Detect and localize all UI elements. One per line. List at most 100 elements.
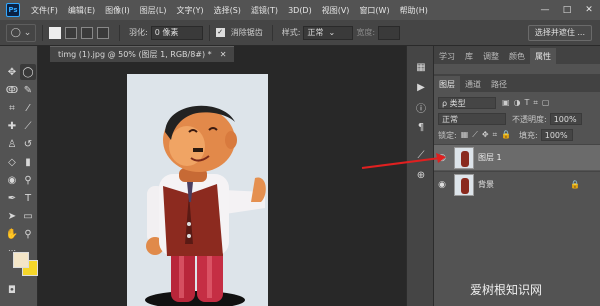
menu-type[interactable]: 文字(Y)	[171, 5, 208, 16]
lasso-tool-icon[interactable]: ↂ	[4, 82, 20, 98]
tab-libraries[interactable]: 库	[460, 48, 478, 64]
layer-row-background[interactable]: ◉ 背景 🔒	[434, 171, 600, 197]
new-selection-button[interactable]	[49, 26, 61, 39]
menu-view[interactable]: 视图(V)	[317, 5, 355, 16]
opacity-input[interactable]: 100%	[549, 113, 582, 125]
tool-preset-picker[interactable]: ◯ ⌄	[6, 23, 36, 42]
quick-select-tool-icon[interactable]: ✎	[20, 82, 36, 98]
eye-icon[interactable]: ◉	[434, 180, 450, 190]
menu-file[interactable]: 文件(F)	[26, 5, 63, 16]
menu-select[interactable]: 选择(S)	[209, 5, 246, 16]
right-panels: 学习 库 调整 颜色 属性 图层 通道 路径 ρ 类型 ▣◑T⌗▢ 正常 不透明…	[434, 46, 600, 306]
divider	[42, 24, 43, 41]
menu-bar: Ps 文件(F) 编辑(E) 图像(I) 图层(L) 文字(Y) 选择(S) 滤…	[0, 0, 600, 20]
image-canvas[interactable]	[127, 74, 268, 306]
filter-icons[interactable]: ▣◑T⌗▢	[502, 98, 554, 108]
quick-mask-icon[interactable]: ◘	[4, 282, 20, 298]
hand-tool-icon[interactable]: ✋	[4, 226, 20, 242]
tab-channels[interactable]: 通道	[460, 76, 486, 92]
fill-label: 填充:	[519, 130, 538, 140]
zoom-tool-icon[interactable]: ⚲	[20, 226, 36, 242]
feather-input[interactable]: 0 像素	[150, 25, 203, 40]
ellipse-marquee-icon: ◯	[10, 27, 21, 38]
crop-tool-icon[interactable]: ⌗	[4, 100, 20, 116]
history-panel-icon[interactable]: ▦	[414, 60, 428, 74]
divider	[208, 24, 210, 41]
fill-input[interactable]: 100%	[540, 129, 573, 141]
tab-learn[interactable]: 学习	[434, 48, 460, 64]
paragraph-panel-icon[interactable]: ¶	[414, 120, 428, 134]
menu-help[interactable]: 帮助(H)	[395, 5, 433, 16]
eraser-tool-icon[interactable]: ◇	[4, 154, 20, 170]
layer-filter-select[interactable]: ρ 类型	[438, 97, 496, 109]
document-tab[interactable]: timg (1).jpg @ 50% (图层 1, RGB/8#) * ✕	[50, 46, 235, 62]
document-title: timg (1).jpg @ 50% (图层 1, RGB/8#) *	[58, 50, 212, 59]
watermark: 爱树根知识网	[470, 283, 543, 297]
menu-window[interactable]: 窗口(W)	[354, 5, 394, 16]
panel-spacer	[434, 64, 600, 73]
add-selection-button[interactable]	[65, 26, 77, 39]
pen-tool-icon[interactable]: ✒	[4, 190, 20, 206]
menu-image[interactable]: 图像(I)	[100, 5, 135, 16]
type-tool-icon[interactable]: T	[20, 190, 36, 206]
rectangle-tool-icon[interactable]: ▭	[20, 208, 36, 224]
lock-row: 锁定: ▦⟋✥⌗🔒 填充: 100%	[434, 127, 600, 143]
layer-filter-row: ρ 类型 ▣◑T⌗▢	[434, 95, 600, 111]
subtract-selection-button[interactable]	[81, 26, 93, 39]
blur-tool-icon[interactable]: ◉	[4, 172, 20, 188]
info-panel-icon[interactable]: ⓘ	[414, 100, 428, 115]
minimize-button[interactable]: —	[534, 5, 556, 15]
swatches-panel-icon[interactable]: ⊕	[414, 168, 428, 182]
menu-filter[interactable]: 滤镜(T)	[246, 5, 283, 16]
lock-label: 锁定:	[438, 130, 457, 140]
dodge-tool-icon[interactable]: ⚲	[20, 172, 36, 188]
tools-panel: ✥ ◯ ↂ ✎ ⌗ ⁄ ✚ ⟋ ♙ ↺ ◇ ▮ ◉ ⚲ ✒ T ➤ ▭ ✋ ⚲ …	[0, 46, 38, 306]
brush-tool-icon[interactable]: ⟋	[20, 118, 36, 134]
photoshop-logo[interactable]: Ps	[6, 3, 20, 17]
eyedropper-tool-icon[interactable]: ⁄	[20, 100, 36, 116]
close-tab-icon[interactable]: ✕	[220, 50, 227, 59]
blend-mode-select[interactable]: 正常	[438, 113, 506, 125]
antialias-label: 消除锯齿	[230, 28, 263, 37]
menu-layer[interactable]: 图层(L)	[135, 5, 172, 16]
menu-edit[interactable]: 编辑(E)	[63, 5, 100, 16]
width-input[interactable]	[378, 25, 401, 40]
move-tool-icon[interactable]: ✥	[4, 64, 20, 80]
select-and-mask-button[interactable]: 选择并遮住 ...	[527, 24, 592, 41]
clone-stamp-tool-icon[interactable]: ♙	[4, 136, 20, 152]
lock-icons[interactable]: ▦⟋✥⌗🔒	[461, 130, 515, 140]
layer-name: 图层 1	[478, 153, 502, 162]
style-select[interactable]: 正常 ⌄	[303, 25, 354, 40]
maximize-button[interactable]: □	[556, 5, 578, 15]
eye-icon[interactable]: ◉	[434, 153, 450, 163]
top-panel-tabs: 学习 库 调整 颜色 属性	[434, 46, 600, 64]
style-value: 正常	[307, 28, 324, 37]
opacity-label: 不透明度:	[512, 114, 547, 124]
ellipse-marquee-tool-icon[interactable]: ◯	[20, 64, 36, 80]
tab-layers[interactable]: 图层	[434, 76, 460, 92]
menu-3d[interactable]: 3D(D)	[283, 6, 317, 15]
healing-brush-tool-icon[interactable]: ✚	[4, 118, 20, 134]
layer-row-layer1[interactable]: ◉ 图层 1	[434, 144, 600, 170]
intersect-selection-button[interactable]	[97, 26, 109, 39]
panel-dock: ▦ ▶ ⓘ ¶ ⟋ ⊕	[406, 46, 434, 306]
layer-thumbnail	[454, 173, 474, 196]
brush-settings-icon[interactable]: ⟋	[414, 148, 428, 162]
foreground-color-swatch[interactable]	[13, 252, 29, 268]
tab-adjustments[interactable]: 调整	[478, 48, 504, 64]
history-brush-tool-icon[interactable]: ↺	[20, 136, 36, 152]
style-label: 样式:	[281, 28, 301, 37]
layer-name: 背景	[478, 180, 494, 189]
antialias-checkbox[interactable]: ✓	[215, 28, 225, 37]
options-bar: ◯ ⌄ 羽化: 0 像素 ✓ 消除锯齿 样式: 正常 ⌄ 宽度: 选择并遮住 .…	[0, 20, 600, 46]
close-button[interactable]: ✕	[578, 5, 600, 15]
gradient-tool-icon[interactable]: ▮	[20, 154, 36, 170]
tab-paths[interactable]: 路径	[486, 76, 512, 92]
width-label: 宽度:	[356, 28, 376, 37]
tab-color[interactable]: 颜色	[504, 48, 530, 64]
cartoon-man-illustration	[145, 105, 266, 306]
path-select-tool-icon[interactable]: ➤	[4, 208, 20, 224]
actions-panel-icon[interactable]: ▶	[414, 80, 428, 94]
lock-icon: 🔒	[570, 180, 580, 189]
tab-properties[interactable]: 属性	[530, 48, 556, 64]
